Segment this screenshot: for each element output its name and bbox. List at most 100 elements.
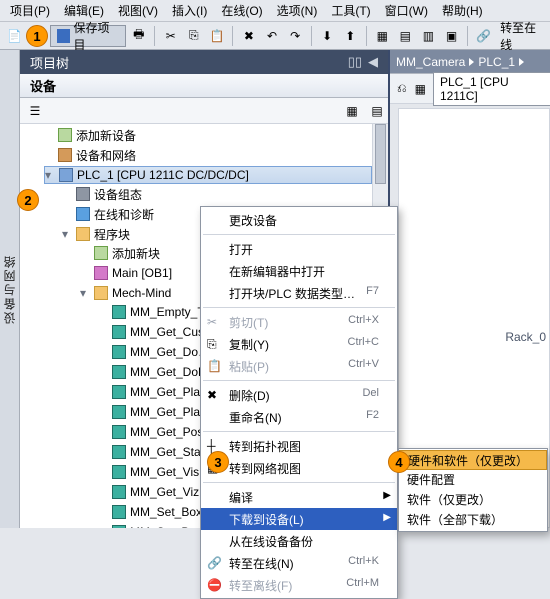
fb-icon (112, 305, 126, 319)
submenu-arrow-icon: ▶ (383, 512, 391, 523)
menu-options[interactable]: 选项(N) (271, 0, 324, 21)
project-tree-title: 项目树 (30, 53, 69, 72)
copy-icon: ⎘ (207, 337, 221, 351)
menu-project[interactable]: 项目(P) (4, 0, 56, 21)
tree-toolbar: ☰ ▦ ▤ (20, 98, 388, 124)
menu-tools[interactable]: 工具(T) (325, 0, 376, 21)
menu-insert[interactable]: 插入(I) (166, 0, 213, 21)
new-project-icon[interactable]: 📄 (4, 25, 25, 47)
project-tree-header: 项目树 ▯▯ ◀ (20, 50, 388, 74)
print-icon[interactable]: 🖶 (128, 25, 149, 47)
menu-help[interactable]: 帮助(H) (436, 0, 489, 21)
menu-view[interactable]: 视图(V) (112, 0, 164, 21)
cut-icon[interactable]: ✂ (160, 25, 181, 47)
fb-icon (112, 425, 126, 439)
crumb-1[interactable]: MM_Camera (396, 55, 465, 69)
header-icon-columns[interactable]: ▯▯ (348, 54, 362, 70)
sub-sw-changes[interactable]: 软件（仅更改） (399, 489, 547, 509)
delete-icon[interactable]: ✖ (238, 25, 259, 47)
sidebar-vertical-tab[interactable]: 设备与网络 (0, 50, 20, 528)
tree-plc-node[interactable]: ▾PLC_1 [CPU 1211C DC/DC/DC] (44, 166, 372, 184)
ctx-delete[interactable]: ✖删除(D)Del (201, 384, 397, 406)
crumb-sep-icon (469, 58, 474, 66)
folder-icon (94, 286, 108, 300)
sub-hw-sw-changes[interactable]: 硬件和软件（仅更改） (399, 450, 547, 470)
ctx-change-device[interactable]: 更改设备 (201, 209, 397, 231)
save-project-label: 保存项目 (73, 19, 119, 53)
step-marker-1: 1 (26, 25, 48, 47)
ctx-goto-topo[interactable]: ┼转到拓扑视图 (201, 435, 397, 457)
save-project-button[interactable]: 保存项目 (50, 25, 126, 47)
ctx-copy[interactable]: ⎘复制(Y)Ctrl+C (201, 333, 397, 355)
tree-device-config[interactable]: 设备组态 (62, 185, 388, 203)
ctx-rename[interactable]: 重命名(N)F2 (201, 406, 397, 428)
ctx-goto-net[interactable]: ▦转到网络视图 (201, 457, 397, 479)
tree-tb-icon-2[interactable]: ▦ (341, 100, 363, 122)
step-marker-2: 2 (17, 189, 39, 211)
menu-online[interactable]: 在线(O) (215, 0, 268, 21)
upload-icon[interactable]: ⬆ (340, 25, 361, 47)
go-online-icon[interactable]: 🔗 (473, 25, 494, 47)
tb-icon-c[interactable]: ▥ (418, 25, 439, 47)
breadcrumb: MM_Camera PLC_1 (390, 50, 550, 74)
right-toolbar: ⎌ ▦ PLC_1 [CPU 1211C] (390, 74, 550, 104)
redo-icon[interactable]: ↷ (285, 25, 306, 47)
rt-icon-2[interactable]: ▦ (414, 78, 427, 100)
scrollbar-thumb[interactable] (375, 124, 386, 184)
copy-icon[interactable]: ⎘ (183, 25, 204, 47)
devices-tab[interactable]: 设备 (20, 74, 388, 98)
undo-icon[interactable]: ↶ (262, 25, 283, 47)
step-marker-3: 3 (207, 451, 229, 473)
tree-devices-networks[interactable]: 设备和网络 (44, 146, 388, 164)
fb-icon (112, 325, 126, 339)
gear-icon (76, 187, 90, 201)
cut-icon: ✂ (207, 315, 221, 329)
ctx-go-offline: ⛔转至离线(F)Ctrl+M (201, 574, 397, 596)
toolbar: 📄 📂 保存项目 🖶 ✂ ⎘ 📋 ✖ ↶ ↷ ⬇ ⬆ ▦ ▤ ▥ ▣ 🔗 转至在… (0, 22, 550, 50)
tree-add-device[interactable]: 添加新设备 (44, 126, 388, 144)
ctx-open[interactable]: 打开 (201, 238, 397, 260)
ctx-open-block[interactable]: 打开块/PLC 数据类型…F7 (201, 282, 397, 304)
fb-icon (112, 485, 126, 499)
tree-tb-icon-1[interactable]: ☰ (24, 100, 46, 122)
tb-icon-d[interactable]: ▣ (441, 25, 462, 47)
go-online-label[interactable]: 转至在线 (496, 17, 550, 55)
fb-icon (112, 365, 126, 379)
crumb-2[interactable]: PLC_1 (478, 55, 515, 69)
add-block-icon (94, 246, 108, 260)
ctx-backup[interactable]: 从在线设备备份 (201, 530, 397, 552)
devices-tab-label: 设备 (30, 76, 56, 95)
sub-hw-config[interactable]: 硬件配置 (399, 469, 547, 489)
ctx-paste: 📋粘贴(P)Ctrl+V (201, 355, 397, 377)
download-icon[interactable]: ⬇ (317, 25, 338, 47)
tb-icon-a[interactable]: ▦ (372, 25, 393, 47)
fb-icon (112, 345, 126, 359)
offline-icon: ⛔ (207, 578, 221, 592)
paste-icon[interactable]: 📋 (206, 25, 227, 47)
ctx-go-online[interactable]: 🔗转至在线(N)Ctrl+K (201, 552, 397, 574)
tree-tb-icon-3[interactable]: ▤ (366, 100, 388, 122)
diag-icon (76, 207, 90, 221)
fb-icon (112, 405, 126, 419)
add-device-icon (58, 128, 72, 142)
ctx-cut: ✂剪切(T)Ctrl+X (201, 311, 397, 333)
fb-icon (112, 385, 126, 399)
paste-icon: 📋 (207, 359, 221, 373)
fb-icon (112, 505, 126, 519)
ob-icon (94, 266, 108, 280)
rt-icon-1[interactable]: ⎌ (396, 78, 408, 100)
plc-name-box[interactable]: PLC_1 [CPU 1211C] (433, 72, 550, 106)
online-icon: 🔗 (207, 556, 221, 570)
sidebar-label: 设备与网络 (1, 254, 18, 324)
download-submenu: 硬件和软件（仅更改） 硬件配置 软件（仅更改） 软件（全部下载） (398, 448, 548, 532)
folder-icon (76, 227, 90, 241)
sub-sw-all[interactable]: 软件（全部下载） (399, 509, 547, 529)
tb-icon-b[interactable]: ▤ (395, 25, 416, 47)
network-icon (58, 148, 72, 162)
menu-window[interactable]: 窗口(W) (379, 0, 434, 21)
ctx-compile[interactable]: 编译▶ (201, 486, 397, 508)
header-icon-collapse[interactable]: ◀ (368, 54, 378, 70)
ctx-open-editor[interactable]: 在新编辑器中打开 (201, 260, 397, 282)
step-marker-4: 4 (388, 451, 410, 473)
ctx-download[interactable]: 下载到设备(L)▶ (201, 508, 397, 530)
